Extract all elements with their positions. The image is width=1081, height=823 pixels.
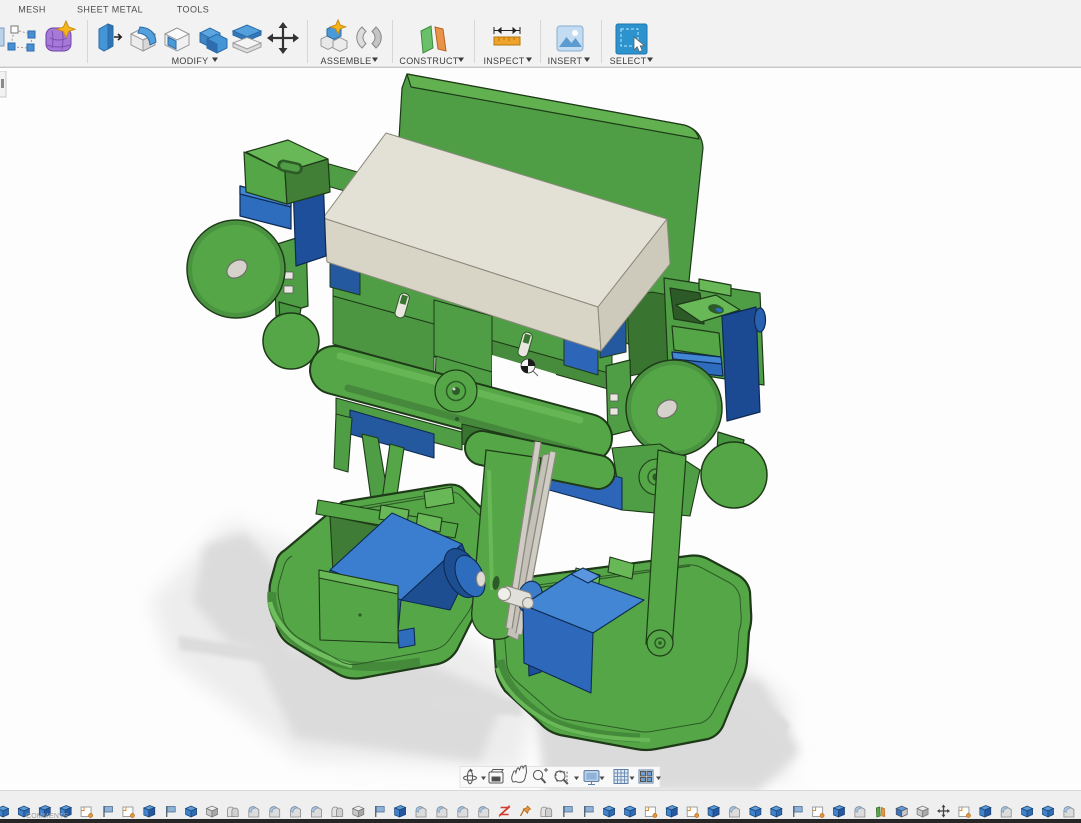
svg-text:INSERT: INSERT [548,56,583,66]
svg-text:MESH: MESH [18,5,46,15]
svg-text:SELECT: SELECT [610,56,647,66]
svg-text:TOOLS: TOOLS [177,5,209,15]
svg-text:MODIFY: MODIFY [172,56,209,66]
svg-text:COMMENTS: COMMENTS [26,813,69,820]
svg-text:ASSEMBLE: ASSEMBLE [321,56,372,66]
svg-text:INSPECT: INSPECT [483,56,524,66]
svg-text:CONSTRUCT: CONSTRUCT [399,56,458,66]
svg-text:SHEET METAL: SHEET METAL [77,5,143,15]
